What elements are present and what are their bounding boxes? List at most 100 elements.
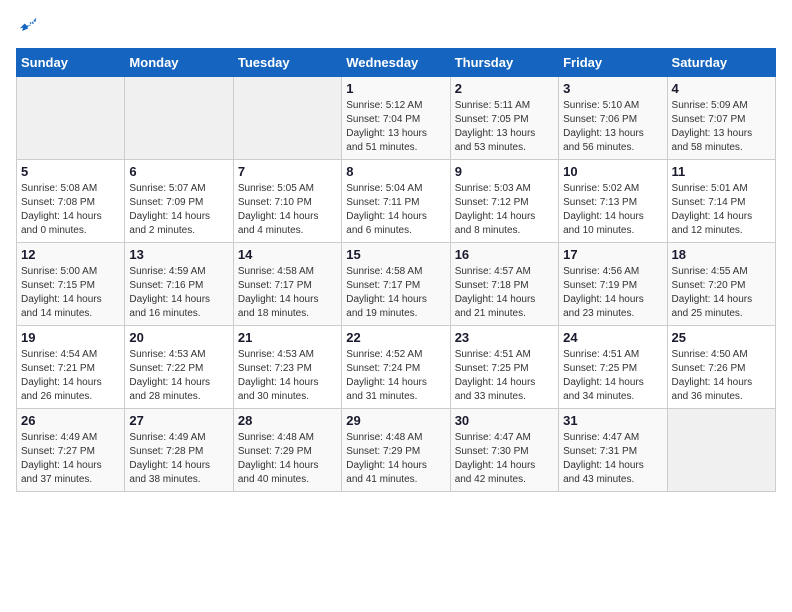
calendar-day-cell: 26 Sunrise: 4:49 AM Sunset: 7:27 PM Dayli… xyxy=(17,409,125,492)
weekday-header-thursday: Thursday xyxy=(450,49,558,77)
day-number: 24 xyxy=(563,330,662,345)
calendar-day-cell: 16 Sunrise: 4:57 AM Sunset: 7:18 PM Dayli… xyxy=(450,243,558,326)
calendar-day-cell: 8Sunrise: 5:04 AM Sunset: 7:11 PM Daylig… xyxy=(342,160,450,243)
day-info: Sunrise: 5:12 AM Sunset: 7:04 PM Dayligh… xyxy=(346,99,445,155)
day-number: 26 xyxy=(21,413,120,428)
day-number: 7 xyxy=(238,164,337,179)
day-info: Sunrise: 5:07 AM Sunset: 7:09 PM Dayligh… xyxy=(129,182,228,238)
calendar-week-row: 19 Sunrise: 4:54 AM Sunset: 7:21 PM Dayli… xyxy=(17,326,776,409)
day-info: Sunrise: 4:52 AM Sunset: 7:24 PM Dayligh… xyxy=(346,348,445,404)
day-number: 6 xyxy=(129,164,228,179)
day-number: 19 xyxy=(21,330,120,345)
day-info: Sunrise: 5:10 AM Sunset: 7:06 PM Dayligh… xyxy=(563,99,662,155)
calendar-day-cell xyxy=(17,77,125,160)
day-info: Sunrise: 4:58 AM Sunset: 7:17 PM Dayligh… xyxy=(238,265,337,321)
calendar-day-cell xyxy=(667,409,775,492)
calendar-week-row: 1 Sunrise: 5:12 AM Sunset: 7:04 PM Daylig… xyxy=(17,77,776,160)
day-info: Sunrise: 4:48 AM Sunset: 7:29 PM Dayligh… xyxy=(238,431,337,487)
calendar-week-row: 26 Sunrise: 4:49 AM Sunset: 7:27 PM Dayli… xyxy=(17,409,776,492)
calendar-day-cell: 5 Sunrise: 5:08 AM Sunset: 7:08 PM Daylig… xyxy=(17,160,125,243)
page-header xyxy=(16,16,776,36)
day-number: 31 xyxy=(563,413,662,428)
day-number: 28 xyxy=(238,413,337,428)
day-info: Sunrise: 5:09 AM Sunset: 7:07 PM Dayligh… xyxy=(672,99,771,155)
weekday-header-sunday: Sunday xyxy=(17,49,125,77)
day-info: Sunrise: 4:57 AM Sunset: 7:18 PM Dayligh… xyxy=(455,265,554,321)
calendar-day-cell: 30 Sunrise: 4:47 AM Sunset: 7:30 PM Dayli… xyxy=(450,409,558,492)
day-info: Sunrise: 5:05 AM Sunset: 7:10 PM Dayligh… xyxy=(238,182,337,238)
day-number: 17 xyxy=(563,247,662,262)
day-number: 2 xyxy=(455,81,554,96)
calendar-day-cell: 22 Sunrise: 4:52 AM Sunset: 7:24 PM Dayli… xyxy=(342,326,450,409)
day-info: Sunrise: 4:47 AM Sunset: 7:30 PM Dayligh… xyxy=(455,431,554,487)
day-number: 30 xyxy=(455,413,554,428)
day-info: Sunrise: 4:49 AM Sunset: 7:27 PM Dayligh… xyxy=(21,431,120,487)
day-info: Sunrise: 4:59 AM Sunset: 7:16 PM Dayligh… xyxy=(129,265,228,321)
calendar-day-cell: 4 Sunrise: 5:09 AM Sunset: 7:07 PM Daylig… xyxy=(667,77,775,160)
calendar-day-cell xyxy=(233,77,341,160)
weekday-header-monday: Monday xyxy=(125,49,233,77)
calendar-day-cell: 11 Sunrise: 5:01 AM Sunset: 7:14 PM Dayli… xyxy=(667,160,775,243)
calendar-day-cell: 1 Sunrise: 5:12 AM Sunset: 7:04 PM Daylig… xyxy=(342,77,450,160)
day-info: Sunrise: 4:55 AM Sunset: 7:20 PM Dayligh… xyxy=(672,265,771,321)
day-info: Sunrise: 5:03 AM Sunset: 7:12 PM Dayligh… xyxy=(455,182,554,238)
day-info: Sunrise: 5:02 AM Sunset: 7:13 PM Dayligh… xyxy=(563,182,662,238)
calendar-day-cell: 9Sunrise: 5:03 AM Sunset: 7:12 PM Daylig… xyxy=(450,160,558,243)
day-number: 11 xyxy=(672,164,771,179)
calendar-day-cell: 3 Sunrise: 5:10 AM Sunset: 7:06 PM Daylig… xyxy=(559,77,667,160)
calendar-day-cell: 27 Sunrise: 4:49 AM Sunset: 7:28 PM Dayli… xyxy=(125,409,233,492)
logo xyxy=(16,16,38,36)
day-number: 3 xyxy=(563,81,662,96)
calendar-day-cell: 7 Sunrise: 5:05 AM Sunset: 7:10 PM Daylig… xyxy=(233,160,341,243)
calendar-day-cell: 10 Sunrise: 5:02 AM Sunset: 7:13 PM Dayli… xyxy=(559,160,667,243)
day-number: 12 xyxy=(21,247,120,262)
day-number: 23 xyxy=(455,330,554,345)
weekday-header-saturday: Saturday xyxy=(667,49,775,77)
day-number: 16 xyxy=(455,247,554,262)
calendar-day-cell: 20Sunrise: 4:53 AM Sunset: 7:22 PM Dayli… xyxy=(125,326,233,409)
calendar-day-cell: 2 Sunrise: 5:11 AM Sunset: 7:05 PM Daylig… xyxy=(450,77,558,160)
day-number: 10 xyxy=(563,164,662,179)
day-number: 1 xyxy=(346,81,445,96)
calendar-day-cell: 17Sunrise: 4:56 AM Sunset: 7:19 PM Dayli… xyxy=(559,243,667,326)
calendar-day-cell: 28 Sunrise: 4:48 AM Sunset: 7:29 PM Dayli… xyxy=(233,409,341,492)
day-info: Sunrise: 5:01 AM Sunset: 7:14 PM Dayligh… xyxy=(672,182,771,238)
day-number: 4 xyxy=(672,81,771,96)
day-info: Sunrise: 4:47 AM Sunset: 7:31 PM Dayligh… xyxy=(563,431,662,487)
calendar-day-cell: 31 Sunrise: 4:47 AM Sunset: 7:31 PM Dayli… xyxy=(559,409,667,492)
day-info: Sunrise: 4:53 AM Sunset: 7:22 PM Dayligh… xyxy=(129,348,228,404)
calendar-day-cell: 13 Sunrise: 4:59 AM Sunset: 7:16 PM Dayli… xyxy=(125,243,233,326)
calendar-day-cell: 25Sunrise: 4:50 AM Sunset: 7:26 PM Dayli… xyxy=(667,326,775,409)
calendar-week-row: 5 Sunrise: 5:08 AM Sunset: 7:08 PM Daylig… xyxy=(17,160,776,243)
day-number: 13 xyxy=(129,247,228,262)
day-number: 21 xyxy=(238,330,337,345)
calendar-day-cell xyxy=(125,77,233,160)
day-number: 14 xyxy=(238,247,337,262)
day-number: 22 xyxy=(346,330,445,345)
day-number: 27 xyxy=(129,413,228,428)
calendar-day-cell: 23 Sunrise: 4:51 AM Sunset: 7:25 PM Dayli… xyxy=(450,326,558,409)
day-info: Sunrise: 4:51 AM Sunset: 7:25 PM Dayligh… xyxy=(563,348,662,404)
day-info: Sunrise: 4:58 AM Sunset: 7:17 PM Dayligh… xyxy=(346,265,445,321)
day-info: Sunrise: 4:49 AM Sunset: 7:28 PM Dayligh… xyxy=(129,431,228,487)
day-info: Sunrise: 5:08 AM Sunset: 7:08 PM Dayligh… xyxy=(21,182,120,238)
day-info: Sunrise: 5:11 AM Sunset: 7:05 PM Dayligh… xyxy=(455,99,554,155)
calendar-day-cell: 14 Sunrise: 4:58 AM Sunset: 7:17 PM Dayli… xyxy=(233,243,341,326)
day-number: 15 xyxy=(346,247,445,262)
day-info: Sunrise: 4:50 AM Sunset: 7:26 PM Dayligh… xyxy=(672,348,771,404)
logo-bird-icon xyxy=(18,16,38,36)
day-info: Sunrise: 4:54 AM Sunset: 7:21 PM Dayligh… xyxy=(21,348,120,404)
weekday-header-row: SundayMondayTuesdayWednesdayThursdayFrid… xyxy=(17,49,776,77)
calendar-day-cell: 12 Sunrise: 5:00 AM Sunset: 7:15 PM Dayli… xyxy=(17,243,125,326)
calendar-week-row: 12 Sunrise: 5:00 AM Sunset: 7:15 PM Dayli… xyxy=(17,243,776,326)
calendar-day-cell: 29Sunrise: 4:48 AM Sunset: 7:29 PM Dayli… xyxy=(342,409,450,492)
day-info: Sunrise: 5:00 AM Sunset: 7:15 PM Dayligh… xyxy=(21,265,120,321)
day-info: Sunrise: 4:53 AM Sunset: 7:23 PM Dayligh… xyxy=(238,348,337,404)
day-number: 29 xyxy=(346,413,445,428)
day-info: Sunrise: 4:51 AM Sunset: 7:25 PM Dayligh… xyxy=(455,348,554,404)
day-info: Sunrise: 5:04 AM Sunset: 7:11 PM Dayligh… xyxy=(346,182,445,238)
calendar-table: SundayMondayTuesdayWednesdayThursdayFrid… xyxy=(16,48,776,492)
weekday-header-friday: Friday xyxy=(559,49,667,77)
day-number: 5 xyxy=(21,164,120,179)
calendar-day-cell: 19 Sunrise: 4:54 AM Sunset: 7:21 PM Dayli… xyxy=(17,326,125,409)
